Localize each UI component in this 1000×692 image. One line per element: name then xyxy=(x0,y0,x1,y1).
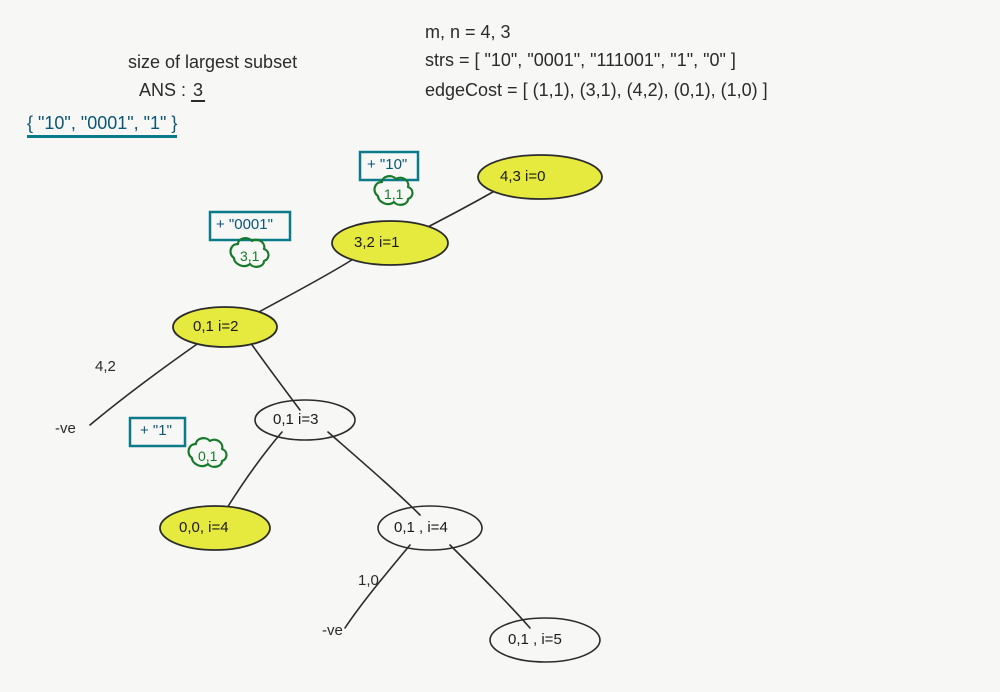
edgecost-line: edgeCost = [ (1,1), (3,1), (4,2), (0,1),… xyxy=(425,80,768,101)
edge-e5left: 1,0 xyxy=(358,572,379,589)
cloud-c1-label: 3,1 xyxy=(240,248,259,264)
edge-n5-n6 xyxy=(450,545,530,628)
answer-label-text: ANS : xyxy=(139,80,191,100)
edge-e2left: 4,2 xyxy=(95,358,116,375)
edge-e2neg: -ve xyxy=(55,420,76,437)
node-n5-label: 0,1 , i=4 xyxy=(394,519,448,536)
node-n6-label: 0,1 , i=5 xyxy=(508,631,562,648)
mn-line: m, n = 4, 3 xyxy=(425,22,511,43)
edge-n1-n2 xyxy=(248,258,355,318)
edgebox-b3-label: + "1" xyxy=(140,422,172,439)
strs-line: strs = [ "10", "0001", "111001", "1", "0… xyxy=(425,50,736,71)
edge-n3-n5 xyxy=(328,432,420,515)
edge-n3-n4 xyxy=(222,432,282,516)
node-n4-label: 0,0, i=4 xyxy=(179,519,229,536)
edge-e5neg: -ve xyxy=(322,622,343,639)
node-n0-label: 4,3 i=0 xyxy=(500,168,545,185)
edgebox-b0-label: + "10" xyxy=(367,156,407,173)
subset-set: { "10", "0001", "1" } xyxy=(27,113,177,138)
node-n1-label: 3,2 i=1 xyxy=(354,234,399,251)
cloud-c3-label: 0,1 xyxy=(198,448,217,464)
node-n3-label: 0,1 i=3 xyxy=(273,411,318,428)
cloud-c0-label: 1,1 xyxy=(384,186,403,202)
node-n2-label: 0,1 i=2 xyxy=(193,318,238,335)
edge-n2-neg xyxy=(90,342,200,425)
diagram-canvas xyxy=(0,0,1000,692)
answer-label: ANS : 3 xyxy=(139,80,205,101)
title-line: size of largest subset xyxy=(128,52,297,73)
edgebox-b1-label: + "0001" xyxy=(216,216,273,233)
answer-value: 3 xyxy=(191,80,205,102)
